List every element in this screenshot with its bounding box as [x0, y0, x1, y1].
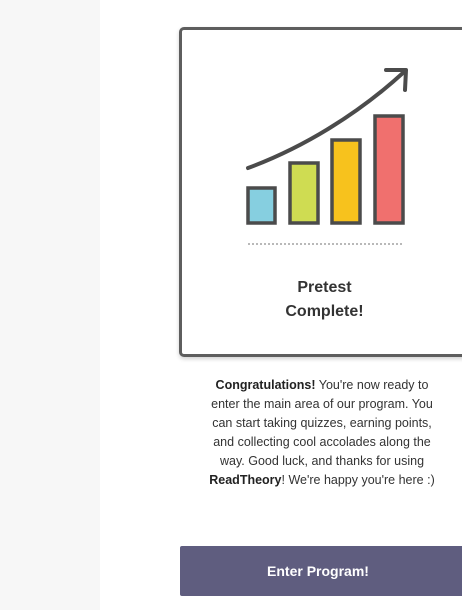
chart-bar-1	[246, 186, 277, 225]
pretest-complete-card: Pretest Complete!	[179, 27, 462, 357]
message-line-5: way. Good luck, and thanks for using	[219, 454, 425, 468]
message-line-3: can start taking quizzes, earning points…	[212, 416, 432, 430]
enter-program-button[interactable]: Enter Program!	[180, 546, 462, 596]
title-line-2: Complete!	[285, 303, 364, 320]
chart-bar-3	[330, 138, 362, 225]
message-line-6: ReadTheory! We're happy you're here :)	[172, 471, 462, 490]
chart-bar-4	[373, 114, 405, 225]
message-line-1-rest: You're now ready to	[315, 378, 429, 392]
title-line-1: Pretest	[297, 279, 352, 296]
congratulations-bold: Congratulations!	[215, 378, 316, 392]
pretest-complete-page: Pretest Complete! Congratulations! You'r…	[0, 0, 462, 610]
pretest-complete-title: Pretest Complete!	[182, 276, 462, 324]
message-line-1: Congratulations! You're now ready to	[172, 376, 462, 395]
message-line-4: and collecting cool accolades along the	[213, 435, 431, 449]
message-line-2: enter the main area of our program. You	[211, 397, 433, 411]
chart-bar-2	[288, 161, 320, 225]
congratulations-message: Congratulations! You're now ready to ent…	[172, 376, 462, 490]
left-panel	[0, 0, 100, 610]
dotted-divider	[248, 243, 402, 245]
message-line-6-rest: ! We're happy you're here :)	[281, 473, 435, 487]
readtheory-brand: ReadTheory	[209, 473, 282, 487]
